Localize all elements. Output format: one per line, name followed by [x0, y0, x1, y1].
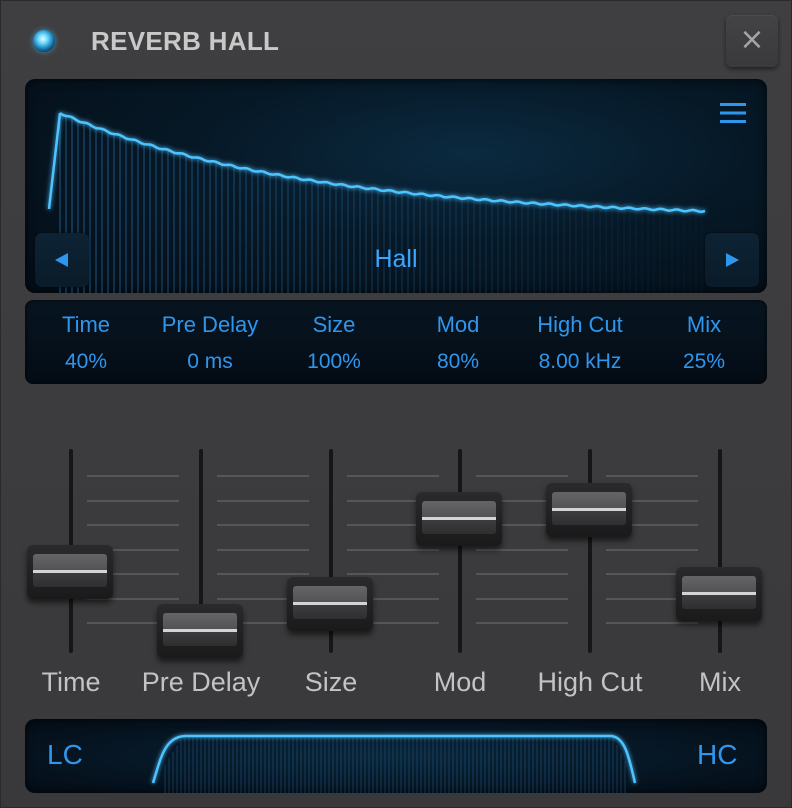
plugin-title: REVERB HALL: [91, 26, 280, 56]
fader-handle[interactable]: [676, 566, 762, 621]
readout-value[interactable]: 100%: [264, 350, 404, 374]
filter-curve-graph: [151, 734, 637, 793]
fader-track[interactable]: [718, 449, 722, 653]
eq-filter-display: LC HC: [25, 719, 767, 793]
fader-track[interactable]: [588, 449, 592, 653]
fader-label: Mix: [699, 667, 741, 697]
fader-handle[interactable]: [416, 491, 502, 546]
readout-label: Size: [312, 312, 356, 337]
fader-handle[interactable]: [546, 483, 632, 538]
readout-value[interactable]: 8.00 kHz: [510, 350, 650, 374]
fader-handle[interactable]: [157, 604, 243, 658]
readout-label: High Cut: [537, 312, 623, 337]
readout-label: Time: [61, 312, 111, 337]
power-led-icon[interactable]: [33, 30, 55, 52]
fader-handle[interactable]: [287, 576, 373, 631]
decay-display: Hall: [25, 79, 767, 293]
low-cut-label[interactable]: LC: [47, 739, 83, 771]
close-icon: ×: [739, 22, 765, 57]
reverb-plugin-window: REVERB HALL × Hall Time 40% Pre Delay 0 …: [0, 0, 792, 808]
readout-label: Mix: [686, 312, 722, 337]
readout-value[interactable]: 0 ms: [140, 350, 280, 374]
readout-label: Mod: [436, 312, 480, 337]
close-button[interactable]: ×: [726, 15, 778, 67]
readout-value[interactable]: 80%: [388, 350, 528, 374]
high-cut-label[interactable]: HC: [697, 739, 737, 771]
next-preset-button[interactable]: [705, 233, 759, 287]
preset-name[interactable]: Hall: [25, 245, 767, 274]
triangle-right-icon: [726, 253, 739, 267]
fader-bank: Time Pre Delay Size Mod High Cut Mix: [1, 431, 792, 721]
fader-mix: Mix: [676, 431, 792, 721]
filter-fill: [164, 737, 626, 793]
hamburger-menu-icon[interactable]: [717, 97, 749, 129]
parameter-readout: Time 40% Pre Delay 0 ms Size 100% Mod 80…: [25, 300, 767, 384]
readout-value[interactable]: 25%: [634, 350, 774, 374]
fader-track[interactable]: [458, 449, 462, 653]
readout-label: Pre Delay: [161, 312, 259, 337]
readout-value[interactable]: 40%: [16, 350, 156, 374]
decay-curve-line: [47, 112, 706, 213]
fader-handle[interactable]: [27, 544, 113, 599]
